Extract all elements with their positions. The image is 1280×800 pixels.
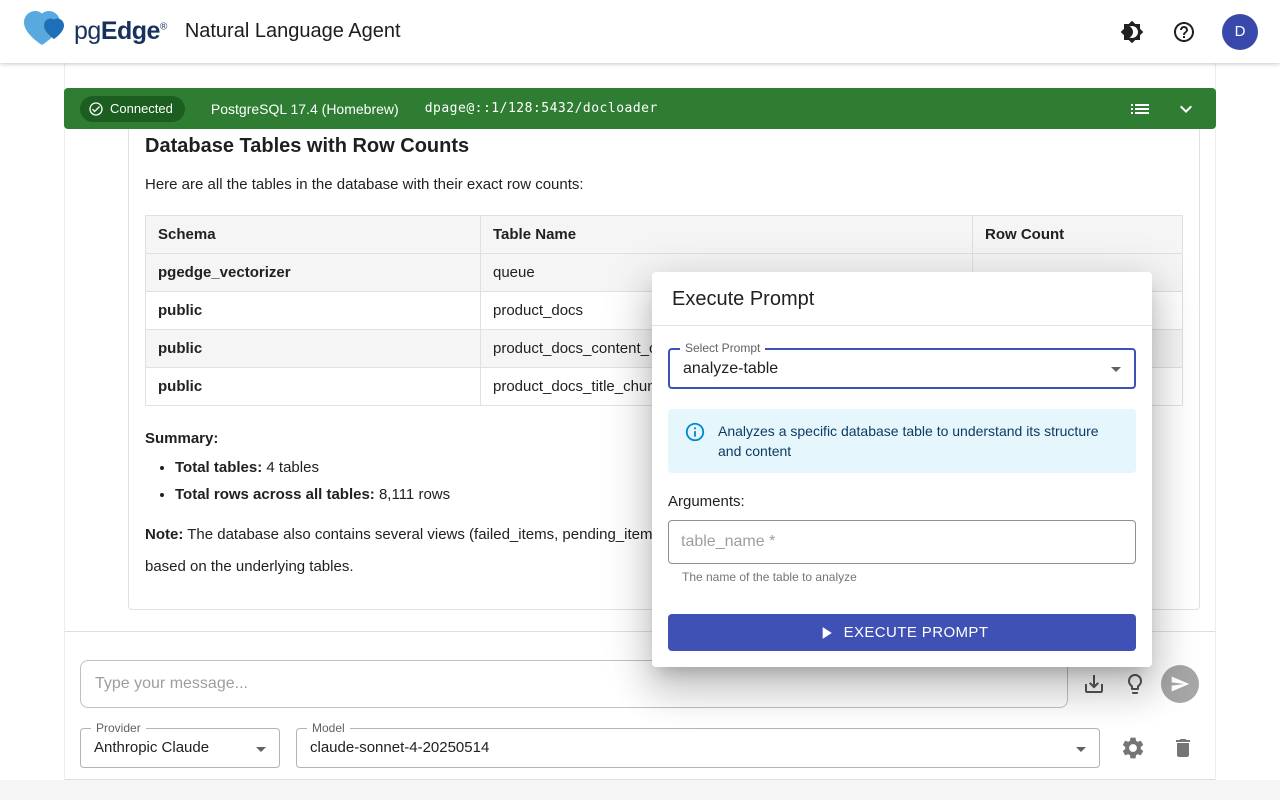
message-heading: Database Tables with Row Counts <box>145 135 1183 158</box>
info-icon <box>684 421 706 443</box>
dark-mode-toggle-icon[interactable] <box>1118 18 1146 46</box>
bullet-value: 4 tables <box>266 459 319 476</box>
provider-label: Provider <box>91 721 146 735</box>
bullet-label: Total rows across all tables: <box>175 486 375 503</box>
table-name-input[interactable] <box>668 520 1136 564</box>
pgedge-wordmark: pgEdge® <box>74 17 167 46</box>
help-icon[interactable] <box>1170 18 1198 46</box>
download-icon[interactable] <box>1080 670 1108 698</box>
dropdown-caret-icon <box>1069 737 1093 766</box>
connected-status-badge: Connected <box>80 96 185 122</box>
dropdown-caret-icon <box>249 737 273 766</box>
provider-select[interactable]: Provider Anthropic Claude <box>80 728 280 768</box>
server-version-label: PostgreSQL 17.4 (Homebrew) <box>211 101 399 117</box>
connection-status-bar: Connected PostgreSQL 17.4 (Homebrew) dpa… <box>64 88 1216 129</box>
trash-icon[interactable] <box>1169 734 1197 762</box>
select-prompt-value: analyze-table <box>670 350 1134 387</box>
dialog-title: Execute Prompt <box>652 272 1152 325</box>
note-label: Note: <box>145 526 183 543</box>
model-value: claude-sonnet-4-20250514 <box>297 729 1099 767</box>
send-button[interactable] <box>1161 665 1199 703</box>
chevron-down-icon[interactable] <box>1172 95 1200 123</box>
pgedge-logo-icon <box>22 9 68 54</box>
app-screen: pgEdge® Natural Language Agent D Databas… <box>0 0 1280 800</box>
send-icon <box>1170 674 1190 694</box>
model-label: Model <box>307 721 350 735</box>
select-prompt-label: Select Prompt <box>680 341 765 355</box>
execute-prompt-dialog: Execute Prompt Select Prompt analyze-tab… <box>652 272 1152 667</box>
settings-gear-icon[interactable] <box>1119 734 1147 762</box>
lightbulb-prompt-icon[interactable] <box>1121 670 1149 698</box>
column-header-row-count: Row Count <box>973 216 1183 254</box>
prompt-description: Analyzes a specific database table to un… <box>718 421 1120 461</box>
page-title: Natural Language Agent <box>185 20 401 43</box>
cell-schema: pgedge_vectorizer <box>146 254 481 292</box>
check-circle-icon <box>88 101 104 117</box>
prompt-info-alert: Analyzes a specific database table to un… <box>668 409 1136 473</box>
execute-prompt-button[interactable]: EXECUTE PROMPT <box>668 614 1136 651</box>
bullet-label: Total tables: <box>175 459 262 476</box>
page-bottom-strip <box>0 780 1280 800</box>
connection-list-icon[interactable] <box>1126 95 1154 123</box>
cell-schema: public <box>146 368 481 406</box>
select-prompt-dropdown[interactable]: Select Prompt analyze-table <box>668 348 1136 389</box>
column-header-table-name: Table Name <box>481 216 973 254</box>
dropdown-caret-icon <box>1104 357 1128 386</box>
cell-schema: public <box>146 330 481 368</box>
pgedge-logo: pgEdge® <box>22 9 167 54</box>
argument-helper-text: The name of the table to analyze <box>682 570 1136 584</box>
user-avatar[interactable]: D <box>1222 14 1258 50</box>
message-input[interactable] <box>80 660 1068 708</box>
app-header: pgEdge® Natural Language Agent D <box>0 0 1280 63</box>
column-header-schema: Schema <box>146 216 481 254</box>
message-intro: Here are all the tables in the database … <box>145 176 1183 193</box>
connection-string: dpage@::1/128:5432/docloader <box>425 101 658 116</box>
cell-schema: public <box>146 292 481 330</box>
table-header-row: Schema Table Name Row Count <box>146 216 1183 254</box>
model-select[interactable]: Model claude-sonnet-4-20250514 <box>296 728 1100 768</box>
connection-status-label: Connected <box>110 101 173 116</box>
arguments-label: Arguments: <box>668 493 1136 510</box>
play-icon <box>816 623 836 643</box>
bullet-value: 8,111 rows <box>379 486 450 503</box>
